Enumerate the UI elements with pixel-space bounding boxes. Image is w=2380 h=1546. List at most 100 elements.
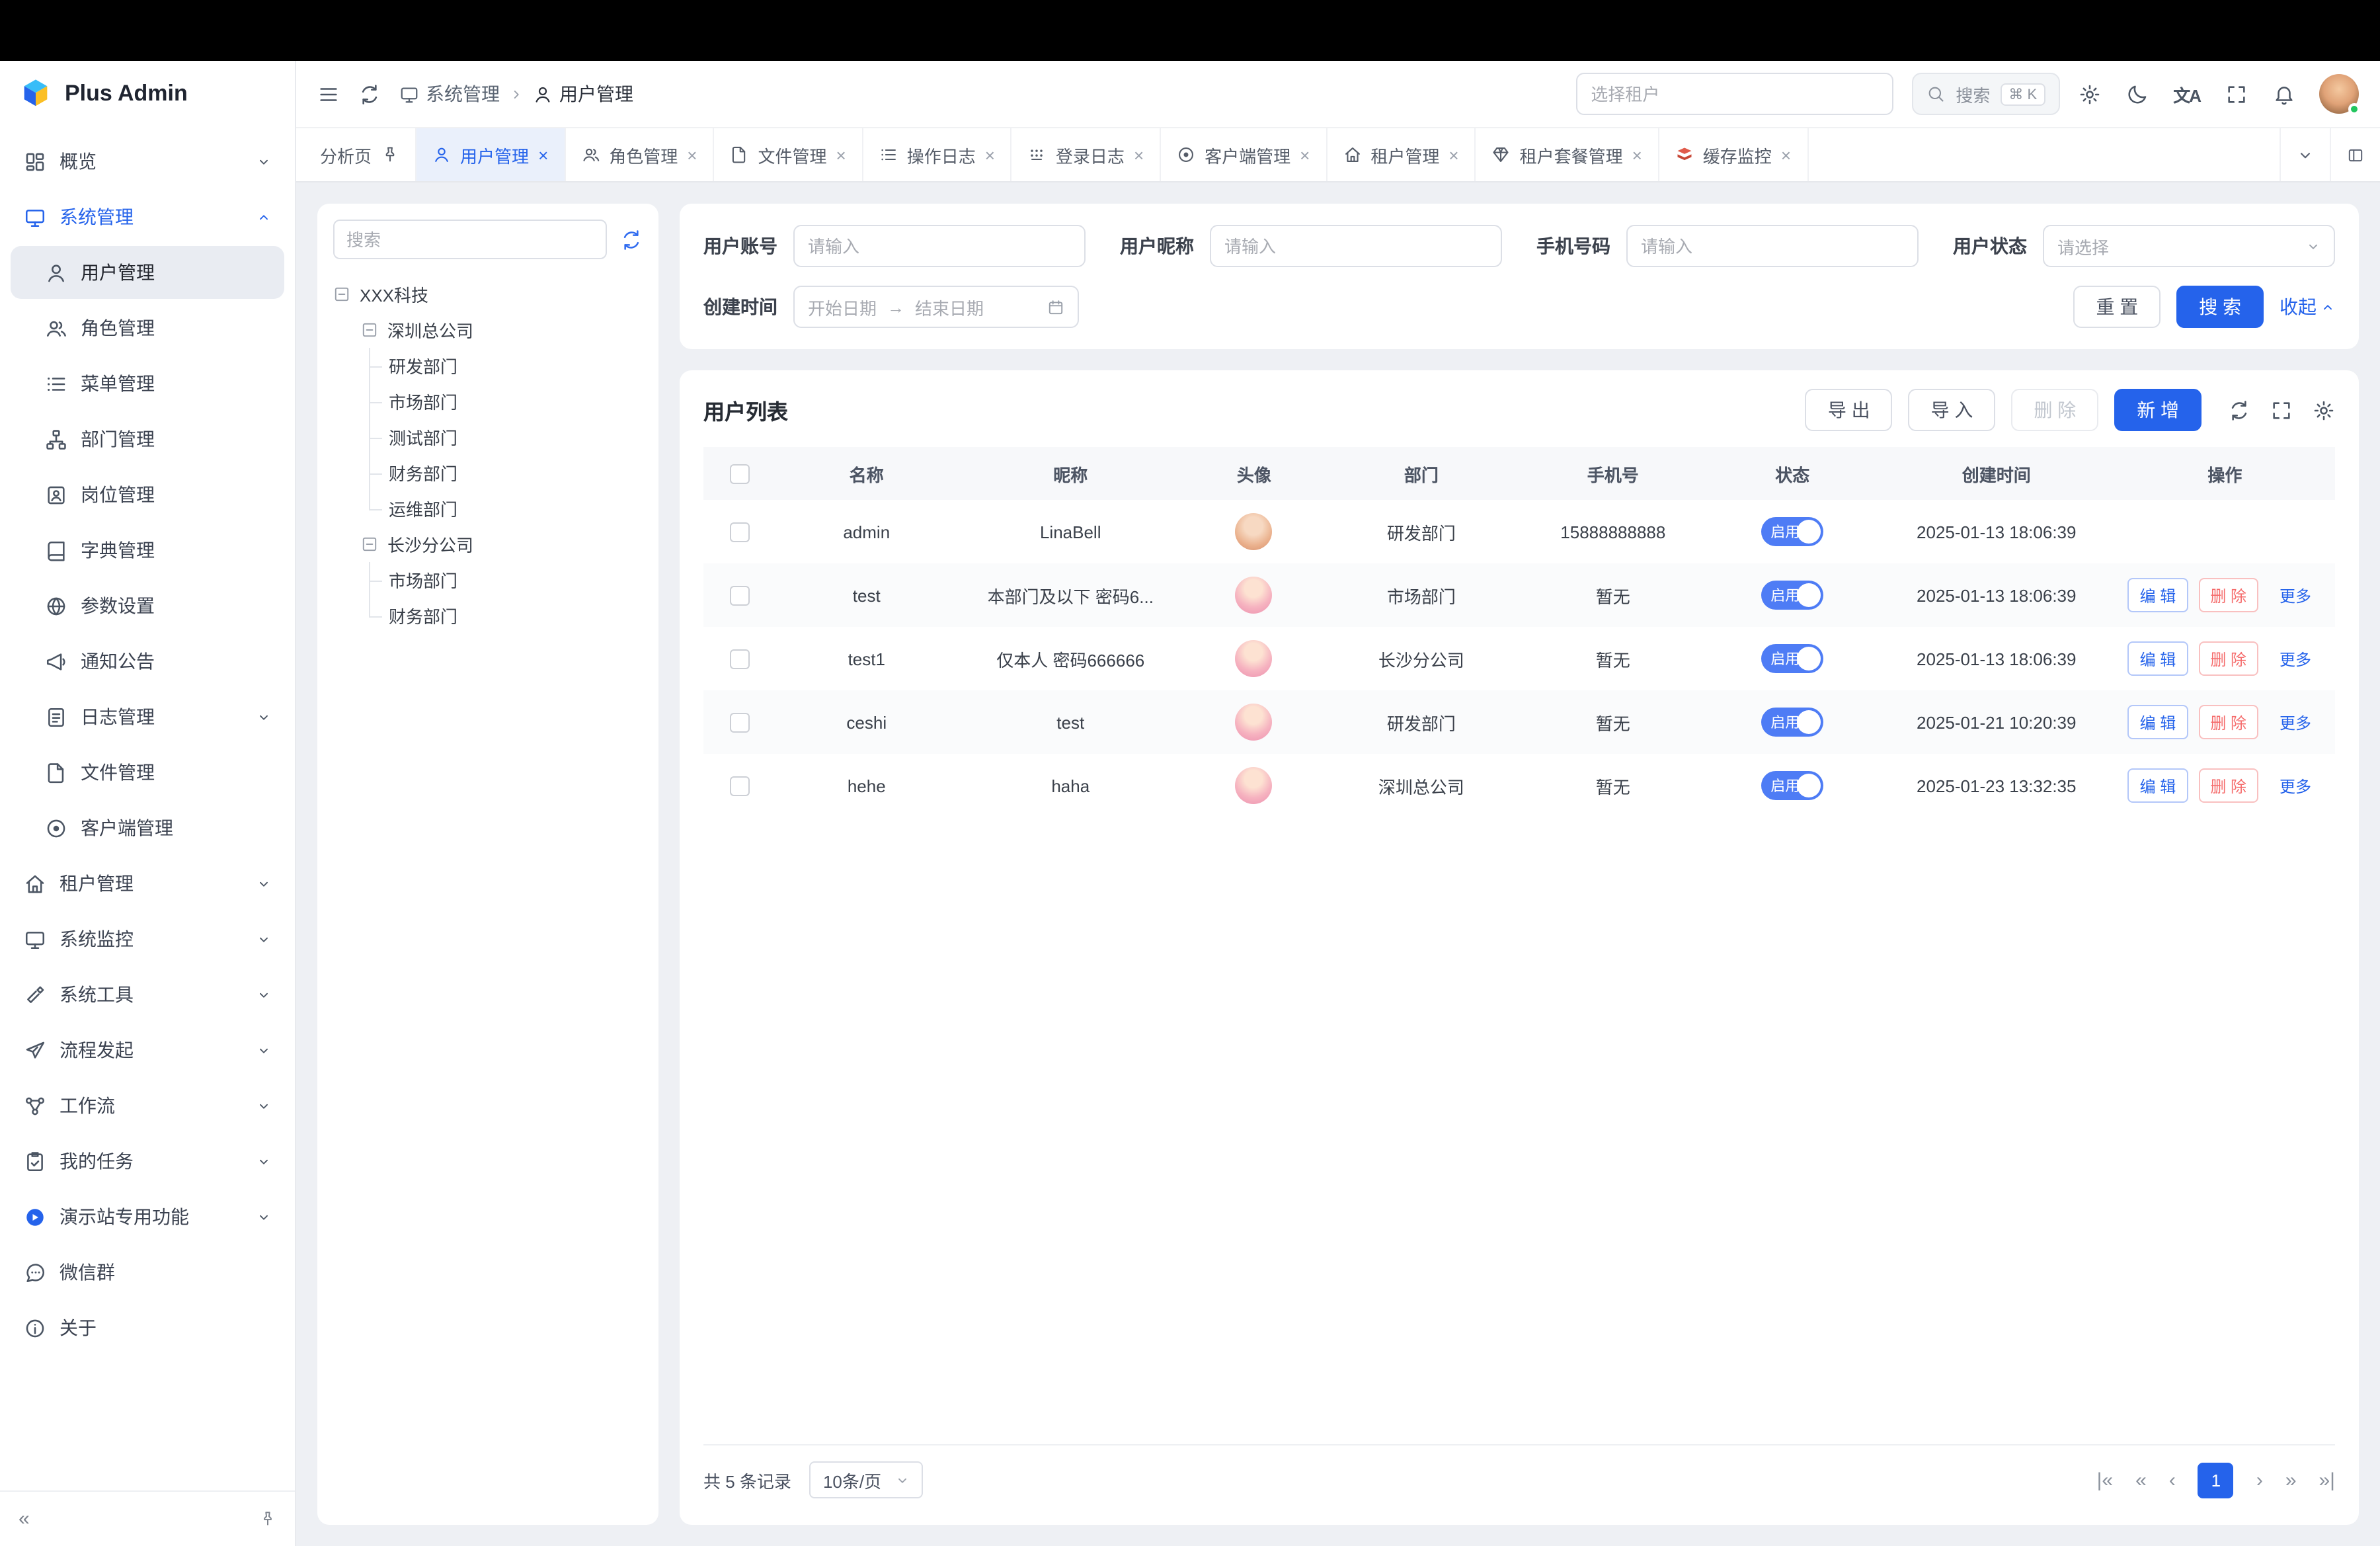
fullscreen-icon[interactable]: [2225, 83, 2248, 105]
collapse-node-icon[interactable]: [361, 536, 378, 553]
close-icon[interactable]: ×: [1448, 145, 1458, 165]
sidebar-item-system-management[interactable]: 系统管理: [11, 190, 284, 243]
more-button[interactable]: 更多: [2269, 578, 2322, 612]
tree-leaf-dept[interactable]: 研发部门: [369, 348, 643, 384]
edit-button[interactable]: 编 辑: [2128, 705, 2188, 739]
tenant-input[interactable]: [1591, 84, 1879, 104]
sidebar-item-log-management[interactable]: 日志管理: [11, 690, 284, 743]
tree-leaf-dept[interactable]: 测试部门: [369, 419, 643, 455]
fullscreen-icon[interactable]: [2270, 399, 2293, 421]
close-icon[interactable]: ×: [687, 145, 697, 165]
page-size-select[interactable]: 10条/页: [810, 1461, 922, 1498]
tree-search-box[interactable]: [333, 220, 607, 259]
sidebar-item-role-management[interactable]: 角色管理: [11, 302, 284, 354]
select-all-checkbox[interactable]: [731, 464, 750, 483]
last-page-button[interactable]: »|: [2319, 1469, 2336, 1491]
collapse-filters-link[interactable]: 收起: [2280, 294, 2335, 320]
sidebar-item-menu-management[interactable]: 菜单管理: [11, 357, 284, 410]
tab-analysis[interactable]: 分析页: [304, 128, 416, 181]
more-button[interactable]: 更多: [2269, 768, 2322, 803]
row-checkbox[interactable]: [731, 712, 750, 732]
status-toggle[interactable]: 启用: [1761, 581, 1823, 610]
brand-logo[interactable]: Plus Admin: [0, 61, 295, 127]
sidebar-item-about[interactable]: 关于: [11, 1301, 284, 1354]
user-nickname-field[interactable]: [1210, 225, 1502, 267]
delete-button[interactable]: 删 除: [2011, 389, 2098, 431]
global-search-button[interactable]: 搜索 ⌘ K: [1912, 73, 2059, 115]
next-pages-button[interactable]: »: [2285, 1469, 2297, 1491]
sidebar-item-dict-management[interactable]: 字典管理: [11, 524, 284, 577]
delete-row-button[interactable]: 删 除: [2198, 768, 2258, 803]
close-icon[interactable]: ×: [1134, 145, 1144, 165]
tab-dropdown-button[interactable]: [2280, 128, 2330, 181]
moon-icon[interactable]: [2125, 83, 2148, 105]
user-status-select[interactable]: 请选择: [2043, 225, 2335, 267]
edit-button[interactable]: 编 辑: [2128, 578, 2188, 612]
close-icon[interactable]: ×: [1632, 145, 1642, 165]
refresh-icon[interactable]: [358, 83, 381, 105]
sidebar-item-overview[interactable]: 概览: [11, 135, 284, 188]
collapse-node-icon[interactable]: [333, 286, 350, 303]
row-checkbox[interactable]: [731, 649, 750, 669]
more-button[interactable]: 更多: [2269, 641, 2322, 676]
reset-button[interactable]: 重 置: [2073, 286, 2161, 328]
user-account-field[interactable]: [793, 225, 1086, 267]
delete-row-button[interactable]: 删 除: [2198, 578, 2258, 612]
export-button[interactable]: 导 出: [1805, 389, 1893, 431]
collapse-node-icon[interactable]: [361, 321, 378, 339]
tab-tenant-management[interactable]: 租户管理 ×: [1327, 128, 1476, 181]
import-button[interactable]: 导 入: [1909, 389, 1996, 431]
sidebar-item-workflow[interactable]: 工作流: [11, 1079, 284, 1132]
search-button[interactable]: 搜 索: [2176, 286, 2264, 328]
edit-button[interactable]: 编 辑: [2128, 641, 2188, 676]
tab-client-management[interactable]: 客户端管理 ×: [1161, 128, 1327, 181]
close-icon[interactable]: ×: [1300, 145, 1310, 165]
tab-user-management[interactable]: 用户管理 ×: [416, 128, 565, 181]
close-icon[interactable]: ×: [538, 145, 548, 165]
prev-page-button[interactable]: ‹: [2169, 1469, 2176, 1491]
language-icon[interactable]: 文A: [2173, 81, 2200, 106]
tree-leaf-dept[interactable]: 财务部门: [369, 455, 643, 491]
tree-leaf-dept[interactable]: 财务部门: [369, 598, 643, 633]
row-checkbox[interactable]: [731, 522, 750, 542]
tree-leaf-dept[interactable]: 市场部门: [369, 384, 643, 419]
pin-icon[interactable]: [381, 145, 399, 164]
sidebar-item-file-management[interactable]: 文件管理: [11, 746, 284, 799]
gear-icon[interactable]: [2078, 83, 2100, 105]
tree-leaf-dept[interactable]: 市场部门: [369, 562, 643, 598]
sidebar-collapse-button[interactable]: «: [19, 1508, 30, 1530]
user-nickname-input[interactable]: [1224, 236, 1488, 256]
sidebar-item-system-tools[interactable]: 系统工具: [11, 968, 284, 1021]
close-icon[interactable]: ×: [985, 145, 995, 165]
tree-node-shenzhen-hq[interactable]: 深圳总公司: [361, 312, 643, 348]
sidebar-item-user-management[interactable]: 用户管理: [11, 246, 284, 299]
sidebar-item-post-management[interactable]: 岗位管理: [11, 468, 284, 521]
breadcrumb-item-system[interactable]: 系统管理: [399, 81, 500, 107]
tab-operation-log[interactable]: 操作日志 ×: [863, 128, 1012, 181]
tab-layout-button[interactable]: [2330, 128, 2380, 181]
sidebar-item-wechat-group[interactable]: 微信群: [11, 1246, 284, 1299]
bell-icon[interactable]: [2273, 83, 2295, 105]
gear-icon[interactable]: [2313, 399, 2335, 421]
sidebar-item-system-monitor[interactable]: 系统监控: [11, 913, 284, 965]
delete-row-button[interactable]: 删 除: [2198, 705, 2258, 739]
tab-cache-monitor[interactable]: 缓存监控 ×: [1659, 128, 1808, 181]
edit-button[interactable]: 编 辑: [2128, 768, 2188, 803]
prev-pages-button[interactable]: «: [2135, 1469, 2147, 1491]
close-icon[interactable]: ×: [1781, 145, 1791, 165]
phone-input[interactable]: [1641, 236, 1904, 256]
sidebar-item-param-settings[interactable]: 参数设置: [11, 579, 284, 632]
sidebar-item-demo-features[interactable]: 演示站专用功能: [11, 1190, 284, 1243]
sync-icon[interactable]: [620, 228, 643, 251]
sidebar-item-my-tasks[interactable]: 我的任务: [11, 1135, 284, 1188]
tree-node-changsha-branch[interactable]: 长沙分公司: [361, 526, 643, 562]
close-icon[interactable]: ×: [836, 145, 846, 165]
tenant-select[interactable]: [1576, 73, 1893, 115]
status-toggle[interactable]: 启用: [1761, 517, 1823, 546]
pin-icon[interactable]: [259, 1510, 276, 1527]
date-range-picker[interactable]: 开始日期 → 结束日期: [793, 286, 1079, 328]
sidebar-item-tenant-management[interactable]: 租户管理: [11, 857, 284, 910]
tab-role-management[interactable]: 角色管理 ×: [565, 128, 714, 181]
more-button[interactable]: 更多: [2269, 705, 2322, 739]
status-toggle[interactable]: 启用: [1761, 771, 1823, 800]
